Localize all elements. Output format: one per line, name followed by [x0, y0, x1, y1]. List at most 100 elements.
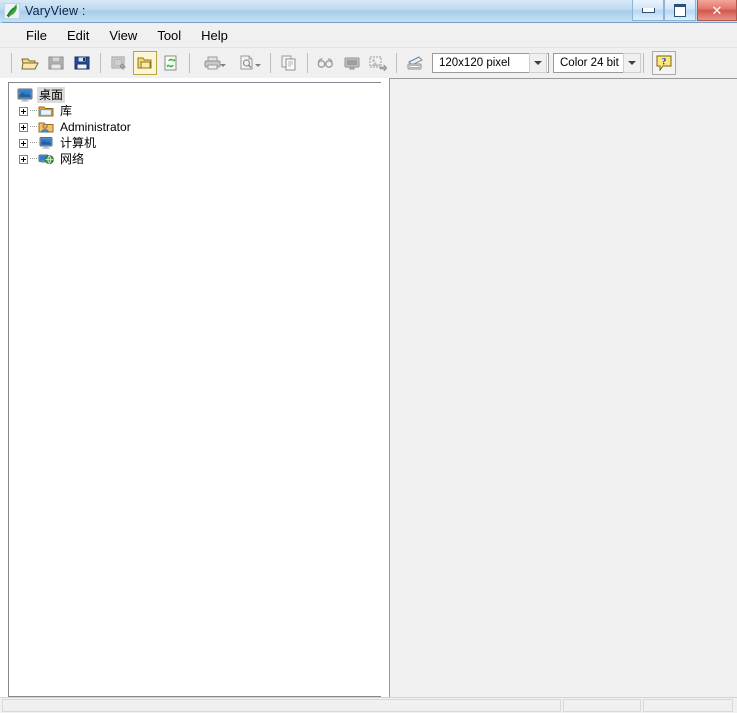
tree-item-libraries[interactable]: 库	[11, 103, 387, 119]
color-depth-combo[interactable]: Color 24 bit	[553, 53, 638, 73]
glasses-button[interactable]	[314, 51, 338, 75]
maximize-icon	[674, 4, 686, 17]
help-button[interactable]: ?	[652, 51, 676, 75]
tree-connector	[30, 126, 37, 128]
preview-panel[interactable]	[389, 78, 737, 697]
menu-tool[interactable]: Tool	[147, 25, 191, 46]
maximize-button[interactable]	[664, 0, 696, 21]
chevron-down-icon	[628, 61, 636, 65]
window-controls: ✕	[632, 0, 737, 21]
menu-bar: File Edit View Tool Help	[0, 23, 737, 47]
copy-button[interactable]	[277, 51, 301, 75]
toolbar-separator	[100, 53, 101, 73]
menu-view[interactable]: View	[99, 25, 147, 46]
user-folder-icon	[38, 119, 54, 135]
desktop-icon	[17, 87, 33, 103]
close-icon: ✕	[712, 4, 723, 17]
thumbnail-view-icon	[111, 55, 127, 71]
plus-icon	[19, 139, 28, 148]
chevron-down-icon[interactable]	[255, 64, 261, 67]
plus-icon	[19, 123, 28, 132]
tree-connector	[30, 158, 37, 160]
scanner-button[interactable]	[403, 51, 427, 75]
image-size-combo[interactable]: 120x120 pixel	[432, 53, 549, 73]
toolbar-separator	[189, 53, 190, 73]
menu-help[interactable]: Help	[191, 25, 238, 46]
print-icon	[204, 55, 222, 71]
tree-connector	[30, 142, 37, 144]
help-balloon-icon: ?	[656, 55, 672, 71]
expand-toggle[interactable]	[17, 151, 30, 167]
toolbar-separator	[396, 53, 397, 73]
expand-toggle[interactable]	[17, 135, 30, 151]
minimize-icon	[642, 8, 655, 13]
varyview-window: VaryView : ✕ File Edit View Tool Help	[0, 0, 737, 713]
save-all-button[interactable]	[70, 51, 94, 75]
print-preview-icon	[239, 55, 257, 71]
network-icon	[38, 151, 54, 167]
save-icon	[48, 55, 64, 71]
open-icon	[21, 55, 39, 71]
folder-view-button[interactable]	[133, 51, 157, 75]
tree-item-desktop[interactable]: 桌面	[11, 87, 387, 103]
chevron-down-icon	[534, 61, 542, 65]
copy-icon	[281, 55, 297, 71]
export-button[interactable]	[366, 51, 390, 75]
close-button[interactable]: ✕	[697, 0, 737, 21]
tree-connector	[30, 110, 37, 112]
tree-item-label: 网络	[58, 151, 86, 167]
color-depth-value: Color 24 bit	[554, 57, 623, 69]
save-button[interactable]	[44, 51, 68, 75]
tree-item-computer[interactable]: 计算机	[11, 135, 387, 151]
panel-splitter[interactable]	[381, 78, 389, 697]
image-size-dropdown-button[interactable]	[529, 53, 547, 73]
save-all-icon	[74, 55, 90, 71]
thumbnail-view-button[interactable]	[107, 51, 131, 75]
toolbar-separator	[11, 53, 12, 73]
glasses-icon	[317, 55, 335, 71]
status-pane-main	[2, 699, 561, 712]
color-depth-dropdown-button[interactable]	[623, 53, 641, 73]
status-pane-second	[563, 699, 641, 712]
menu-edit[interactable]: Edit	[57, 25, 99, 46]
toolbar: 120x120 pixel Color 24 bit ?	[0, 47, 737, 78]
tree-item-label: 库	[58, 103, 74, 119]
menu-file[interactable]: File	[16, 25, 57, 46]
expand-toggle[interactable]	[17, 119, 30, 135]
monitor-button[interactable]	[340, 51, 364, 75]
status-bar	[0, 697, 737, 713]
open-button[interactable]	[18, 51, 42, 75]
tree-item-network[interactable]: 网络	[11, 151, 387, 167]
status-pane-third	[643, 699, 733, 712]
window-title: VaryView :	[25, 4, 86, 18]
scanner-icon	[406, 55, 424, 71]
computer-icon	[38, 135, 54, 151]
tree-item-label: 桌面	[37, 87, 65, 103]
toolbar-separator	[643, 53, 644, 73]
refresh-button[interactable]	[159, 51, 183, 75]
monitor-icon	[344, 55, 360, 71]
expand-toggle[interactable]	[17, 103, 30, 119]
svg-text:?: ?	[662, 57, 667, 67]
refresh-icon	[163, 55, 179, 71]
tree-item-label: 计算机	[58, 135, 98, 151]
folder-tree: 桌面 库	[9, 83, 387, 167]
toolbar-separator	[307, 53, 308, 73]
tree-item-administrator[interactable]: Administrator	[11, 119, 387, 135]
chevron-down-icon[interactable]	[220, 64, 226, 67]
plus-icon	[19, 107, 28, 116]
toolbar-separator	[270, 53, 271, 73]
title-bar: VaryView : ✕	[0, 0, 737, 23]
leaf-icon	[4, 3, 20, 19]
client-area: 桌面 库	[0, 78, 737, 697]
plus-icon	[19, 155, 28, 164]
print-preview-button[interactable]	[231, 51, 264, 75]
tree-item-label: Administrator	[58, 119, 133, 135]
library-folder-icon	[38, 103, 54, 119]
minimize-button[interactable]	[632, 0, 664, 21]
print-button[interactable]	[196, 51, 229, 75]
image-size-value: 120x120 pixel	[433, 57, 529, 69]
export-icon	[369, 55, 387, 71]
folder-tree-panel[interactable]: 桌面 库	[8, 82, 388, 697]
folder-view-icon	[137, 55, 153, 71]
